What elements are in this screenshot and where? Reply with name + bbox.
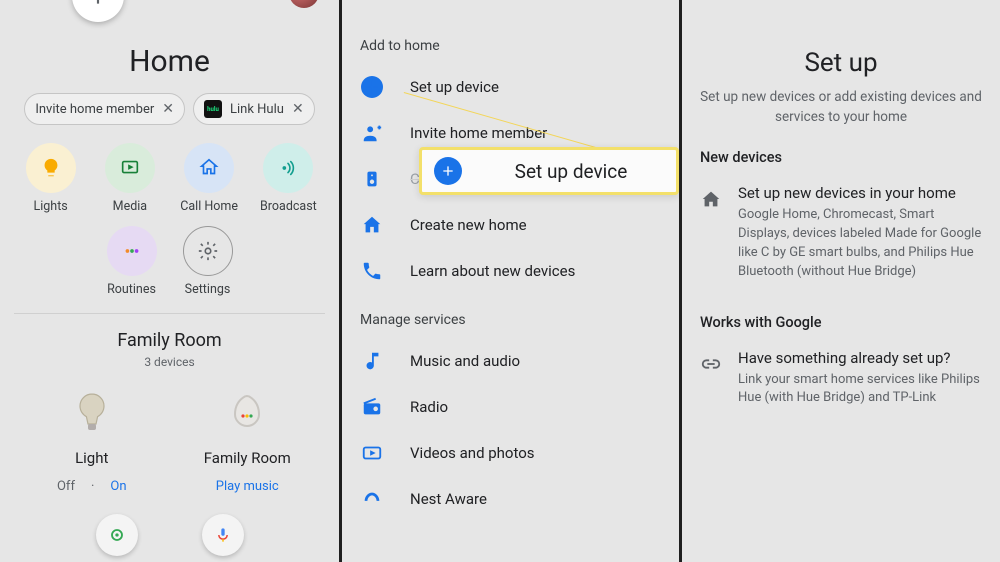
device-label: Light bbox=[75, 449, 108, 467]
speaker-icon bbox=[360, 168, 384, 190]
broadcast-icon bbox=[263, 143, 313, 193]
tile-settings[interactable]: Settings bbox=[183, 226, 233, 297]
chip-label: Link Hulu bbox=[230, 102, 284, 117]
item-desc: Google Home, Chromecast, Smart Displays,… bbox=[738, 206, 982, 281]
tile-broadcast[interactable]: Broadcast bbox=[252, 143, 325, 214]
lightbulb-icon bbox=[63, 383, 121, 441]
video-icon bbox=[360, 442, 384, 464]
music-note-icon bbox=[360, 350, 384, 372]
chip-label: Invite home member bbox=[35, 102, 154, 117]
room-title: Family Room bbox=[0, 330, 339, 351]
chip-link-hulu[interactable]: hulu Link Hulu ✕ bbox=[193, 93, 315, 125]
chip-row: Invite home member ✕ hulu Link Hulu ✕ bbox=[0, 93, 339, 125]
row-label: Videos and photos bbox=[410, 444, 535, 462]
row-label: Music and audio bbox=[410, 352, 520, 370]
quick-tiles-row-2: Routines Settings bbox=[0, 226, 339, 297]
tile-label: Broadcast bbox=[260, 199, 317, 214]
row-music[interactable]: Music and audio bbox=[342, 338, 679, 384]
device-actions: Off · On bbox=[57, 479, 127, 494]
section-new-devices: New devices bbox=[682, 127, 1000, 174]
callout-label: Set up device bbox=[478, 160, 664, 183]
speaker-icon bbox=[218, 383, 276, 441]
radio-icon bbox=[360, 396, 384, 418]
page-title: Set up bbox=[682, 48, 1000, 78]
row-videos[interactable]: Videos and photos bbox=[342, 430, 679, 476]
item-title: Have something already set up? bbox=[738, 349, 982, 367]
device-family-room[interactable]: Family Room Play music bbox=[170, 383, 326, 494]
section-works-with-google: Works with Google bbox=[682, 292, 1000, 339]
row-set-up-device[interactable]: Set up device bbox=[342, 64, 679, 110]
row-label: Learn about new devices bbox=[410, 262, 575, 280]
tile-label: Media bbox=[113, 199, 147, 214]
gear-icon bbox=[183, 226, 233, 276]
row-create-home[interactable]: Create new home bbox=[342, 202, 679, 248]
play-icon bbox=[105, 143, 155, 193]
item-works-with-google[interactable]: Have something already set up? Link your… bbox=[682, 339, 1000, 419]
close-icon[interactable]: ✕ bbox=[292, 101, 304, 117]
divider bbox=[14, 313, 325, 314]
row-label: Nest Aware bbox=[410, 490, 487, 508]
page-title: Home bbox=[0, 44, 339, 79]
section-manage-services: Manage services bbox=[342, 294, 679, 338]
person-plus-icon bbox=[360, 122, 384, 144]
hulu-icon: hulu bbox=[204, 100, 222, 118]
add-button[interactable] bbox=[72, 0, 124, 22]
phone-icon bbox=[360, 260, 384, 282]
device-light[interactable]: Light Off · On bbox=[14, 383, 170, 494]
tile-label: Routines bbox=[107, 282, 156, 297]
action-play-music[interactable]: Play music bbox=[216, 479, 279, 494]
action-on[interactable]: On bbox=[110, 479, 126, 494]
row-radio[interactable]: Radio bbox=[342, 384, 679, 430]
row-label: Set up device bbox=[410, 78, 499, 96]
panel-home: Home Invite home member ✕ hulu Link Hulu… bbox=[0, 0, 339, 562]
callout-set-up-device[interactable]: Set up device bbox=[419, 147, 679, 195]
page-subtitle: Set up new devices or add existing devic… bbox=[682, 78, 1000, 127]
avatar[interactable] bbox=[289, 0, 319, 8]
bottom-fabs bbox=[0, 514, 339, 556]
routines-icon bbox=[107, 226, 157, 276]
link-icon bbox=[700, 349, 722, 409]
home-call-icon bbox=[184, 143, 234, 193]
item-desc: Link your smart home services like Phili… bbox=[738, 371, 982, 409]
tile-lights[interactable]: Lights bbox=[14, 143, 87, 214]
chip-invite[interactable]: Invite home member ✕ bbox=[24, 93, 185, 125]
home-icon bbox=[360, 214, 384, 236]
row-label: Radio bbox=[410, 398, 448, 416]
nest-icon bbox=[360, 488, 384, 510]
panel-add-manage: Add to home Set up device Invite home me… bbox=[339, 0, 679, 562]
room-subtitle: 3 devices bbox=[0, 355, 339, 369]
row-label: Create new home bbox=[410, 216, 527, 234]
tile-media[interactable]: Media bbox=[93, 143, 166, 214]
lightbulb-icon bbox=[26, 143, 76, 193]
section-add-to-home: Add to home bbox=[342, 20, 679, 64]
row-nest-aware[interactable]: Nest Aware bbox=[342, 476, 679, 522]
plus-icon bbox=[434, 157, 462, 185]
device-label: Family Room bbox=[204, 449, 291, 467]
item-new-devices[interactable]: Set up new devices in your home Google H… bbox=[682, 174, 1000, 291]
tile-call-home[interactable]: Call Home bbox=[173, 143, 246, 214]
device-row: Light Off · On Family Room Play music bbox=[0, 369, 339, 494]
fab-mic[interactable] bbox=[202, 514, 244, 556]
action-off[interactable]: Off bbox=[57, 479, 75, 494]
row-learn-devices[interactable]: Learn about new devices bbox=[342, 248, 679, 294]
panel-set-up: Set up Set up new devices or add existin… bbox=[679, 0, 1000, 562]
fab-home[interactable] bbox=[96, 514, 138, 556]
quick-tiles: Lights Media Call Home Broadcast bbox=[0, 125, 339, 214]
close-icon[interactable]: ✕ bbox=[162, 101, 174, 117]
top-bar bbox=[0, 0, 339, 22]
device-actions: Play music bbox=[216, 479, 279, 494]
plus-icon bbox=[360, 76, 384, 98]
tile-routines[interactable]: Routines bbox=[107, 226, 157, 297]
home-icon bbox=[700, 184, 722, 281]
tile-label: Settings bbox=[185, 282, 231, 297]
item-title: Set up new devices in your home bbox=[738, 184, 982, 202]
tile-label: Call Home bbox=[180, 199, 238, 214]
tile-label: Lights bbox=[34, 199, 68, 214]
